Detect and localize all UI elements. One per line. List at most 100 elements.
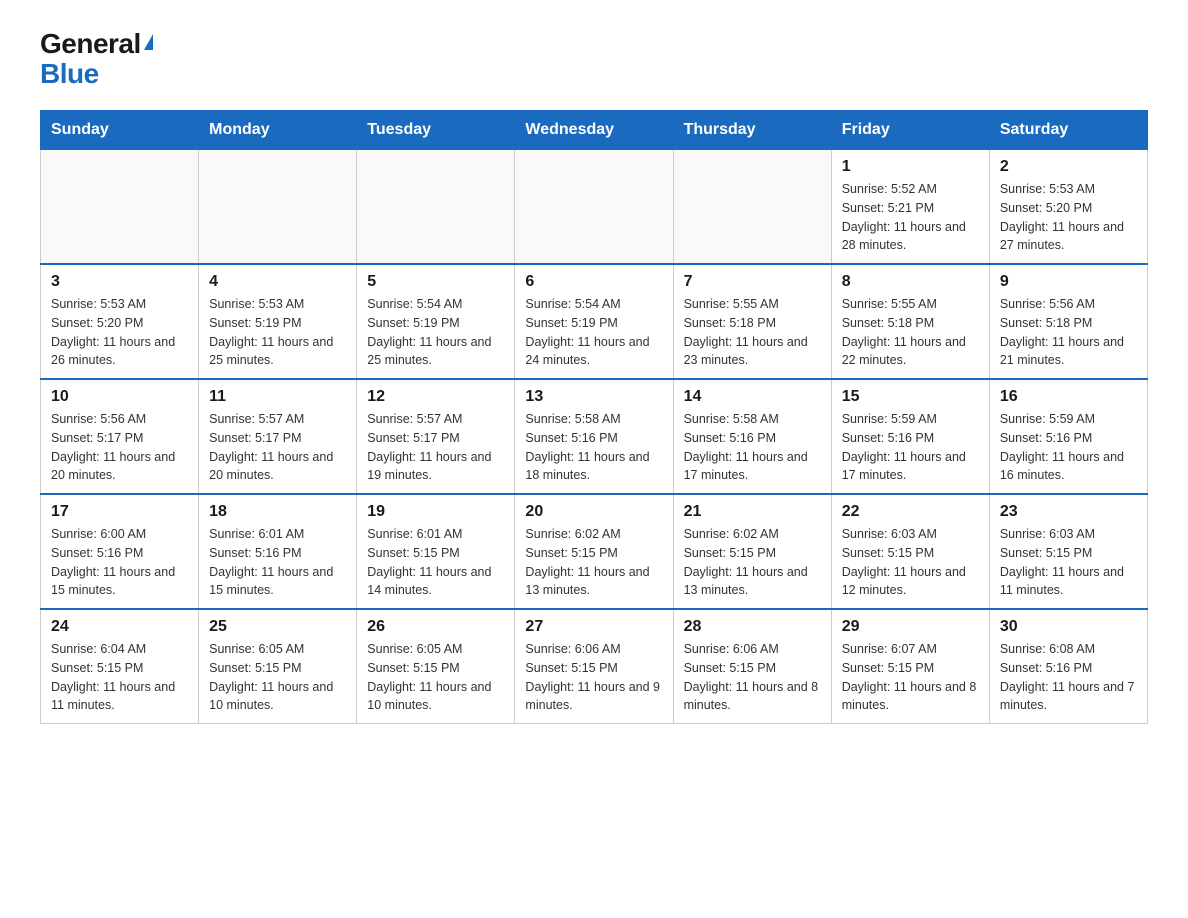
day-number: 21 [684, 503, 821, 521]
day-number: 12 [367, 388, 504, 406]
day-info: Sunrise: 5:58 AM Sunset: 5:16 PM Dayligh… [525, 410, 662, 485]
calendar-day-cell [515, 150, 673, 265]
day-number: 3 [51, 273, 188, 291]
day-info: Sunrise: 5:55 AM Sunset: 5:18 PM Dayligh… [842, 295, 979, 370]
day-number: 15 [842, 388, 979, 406]
calendar-header-row: SundayMondayTuesdayWednesdayThursdayFrid… [41, 111, 1148, 150]
calendar-day-cell: 9 Sunrise: 5:56 AM Sunset: 5:18 PM Daylig… [989, 264, 1147, 379]
calendar-day-cell: 19 Sunrise: 6:01 AM Sunset: 5:15 PM Dayli… [357, 494, 515, 609]
day-info: Sunrise: 5:58 AM Sunset: 5:16 PM Dayligh… [684, 410, 821, 485]
day-number: 4 [209, 273, 346, 291]
day-number: 9 [1000, 273, 1137, 291]
logo-blue-text: Blue [40, 58, 99, 90]
calendar-week-row: 24Sunrise: 6:04 AM Sunset: 5:15 PM Dayli… [41, 609, 1148, 724]
day-number: 2 [1000, 158, 1137, 176]
day-number: 5 [367, 273, 504, 291]
day-number: 28 [684, 618, 821, 636]
day-info: Sunrise: 6:01 AM Sunset: 5:15 PM Dayligh… [367, 525, 504, 600]
day-number: 19 [367, 503, 504, 521]
day-number: 14 [684, 388, 821, 406]
day-info: Sunrise: 5:53 AM Sunset: 5:20 PM Dayligh… [1000, 180, 1137, 255]
calendar-week-row: 3Sunrise: 5:53 AM Sunset: 5:20 PM Daylig… [41, 264, 1148, 379]
calendar-day-cell [199, 150, 357, 265]
day-number: 13 [525, 388, 662, 406]
day-number: 10 [51, 388, 188, 406]
day-info: Sunrise: 6:01 AM Sunset: 5:16 PM Dayligh… [209, 525, 346, 600]
day-info: Sunrise: 6:00 AM Sunset: 5:16 PM Dayligh… [51, 525, 188, 600]
calendar-day-cell: 12 Sunrise: 5:57 AM Sunset: 5:17 PM Dayli… [357, 379, 515, 494]
calendar-day-cell: 16Sunrise: 5:59 AM Sunset: 5:16 PM Dayli… [989, 379, 1147, 494]
calendar-day-cell [357, 150, 515, 265]
day-info: Sunrise: 6:03 AM Sunset: 5:15 PM Dayligh… [1000, 525, 1137, 600]
logo-triangle-icon [144, 34, 153, 50]
calendar-header-friday: Friday [831, 111, 989, 150]
day-info: Sunrise: 6:05 AM Sunset: 5:15 PM Dayligh… [209, 640, 346, 715]
day-number: 8 [842, 273, 979, 291]
calendar-day-cell [41, 150, 199, 265]
day-number: 27 [525, 618, 662, 636]
day-number: 17 [51, 503, 188, 521]
day-info: Sunrise: 6:06 AM Sunset: 5:15 PM Dayligh… [525, 640, 662, 715]
calendar-day-cell: 3Sunrise: 5:53 AM Sunset: 5:20 PM Daylig… [41, 264, 199, 379]
day-info: Sunrise: 6:07 AM Sunset: 5:15 PM Dayligh… [842, 640, 979, 715]
calendar-header-sunday: Sunday [41, 111, 199, 150]
day-info: Sunrise: 5:56 AM Sunset: 5:17 PM Dayligh… [51, 410, 188, 485]
calendar-week-row: 10 Sunrise: 5:56 AM Sunset: 5:17 PM Dayli… [41, 379, 1148, 494]
calendar-day-cell: 23Sunrise: 6:03 AM Sunset: 5:15 PM Dayli… [989, 494, 1147, 609]
day-info: Sunrise: 5:57 AM Sunset: 5:17 PM Dayligh… [209, 410, 346, 485]
day-info: Sunrise: 5:59 AM Sunset: 5:16 PM Dayligh… [842, 410, 979, 485]
calendar-header-monday: Monday [199, 111, 357, 150]
day-info: Sunrise: 6:03 AM Sunset: 5:15 PM Dayligh… [842, 525, 979, 600]
day-info: Sunrise: 6:08 AM Sunset: 5:16 PM Dayligh… [1000, 640, 1137, 715]
calendar-day-cell: 10 Sunrise: 5:56 AM Sunset: 5:17 PM Dayli… [41, 379, 199, 494]
calendar-day-cell: 24Sunrise: 6:04 AM Sunset: 5:15 PM Dayli… [41, 609, 199, 724]
calendar-day-cell: 21 Sunrise: 6:02 AM Sunset: 5:15 PM Dayli… [673, 494, 831, 609]
calendar-day-cell: 4 Sunrise: 5:53 AM Sunset: 5:19 PM Daylig… [199, 264, 357, 379]
calendar-day-cell: 8 Sunrise: 5:55 AM Sunset: 5:18 PM Daylig… [831, 264, 989, 379]
calendar-week-row: 17 Sunrise: 6:00 AM Sunset: 5:16 PM Dayli… [41, 494, 1148, 609]
calendar-day-cell: 27 Sunrise: 6:06 AM Sunset: 5:15 PM Dayli… [515, 609, 673, 724]
day-info: Sunrise: 5:52 AM Sunset: 5:21 PM Dayligh… [842, 180, 979, 255]
page-header: General Blue [40, 30, 1148, 90]
day-info: Sunrise: 6:04 AM Sunset: 5:15 PM Dayligh… [51, 640, 188, 715]
day-number: 29 [842, 618, 979, 636]
day-number: 11 [209, 388, 346, 406]
calendar-header-saturday: Saturday [989, 111, 1147, 150]
calendar-day-cell: 2 Sunrise: 5:53 AM Sunset: 5:20 PM Daylig… [989, 150, 1147, 265]
day-info: Sunrise: 5:59 AM Sunset: 5:16 PM Dayligh… [1000, 410, 1137, 485]
calendar-day-cell: 30Sunrise: 6:08 AM Sunset: 5:16 PM Dayli… [989, 609, 1147, 724]
calendar-week-row: 1 Sunrise: 5:52 AM Sunset: 5:21 PM Daylig… [41, 150, 1148, 265]
day-info: Sunrise: 5:56 AM Sunset: 5:18 PM Dayligh… [1000, 295, 1137, 370]
day-number: 25 [209, 618, 346, 636]
calendar-day-cell: 11 Sunrise: 5:57 AM Sunset: 5:17 PM Dayli… [199, 379, 357, 494]
day-info: Sunrise: 5:57 AM Sunset: 5:17 PM Dayligh… [367, 410, 504, 485]
day-info: Sunrise: 5:53 AM Sunset: 5:19 PM Dayligh… [209, 295, 346, 370]
day-number: 20 [525, 503, 662, 521]
calendar-day-cell: 1 Sunrise: 5:52 AM Sunset: 5:21 PM Daylig… [831, 150, 989, 265]
calendar-day-cell: 22Sunrise: 6:03 AM Sunset: 5:15 PM Dayli… [831, 494, 989, 609]
day-info: Sunrise: 5:55 AM Sunset: 5:18 PM Dayligh… [684, 295, 821, 370]
calendar-day-cell: 20Sunrise: 6:02 AM Sunset: 5:15 PM Dayli… [515, 494, 673, 609]
day-info: Sunrise: 6:02 AM Sunset: 5:15 PM Dayligh… [684, 525, 821, 600]
calendar-day-cell: 6 Sunrise: 5:54 AM Sunset: 5:19 PM Daylig… [515, 264, 673, 379]
calendar-day-cell: 13 Sunrise: 5:58 AM Sunset: 5:16 PM Dayli… [515, 379, 673, 494]
day-info: Sunrise: 5:54 AM Sunset: 5:19 PM Dayligh… [525, 295, 662, 370]
day-number: 1 [842, 158, 979, 176]
calendar-day-cell: 26Sunrise: 6:05 AM Sunset: 5:15 PM Dayli… [357, 609, 515, 724]
calendar-day-cell: 15 Sunrise: 5:59 AM Sunset: 5:16 PM Dayli… [831, 379, 989, 494]
calendar-day-cell: 17 Sunrise: 6:00 AM Sunset: 5:16 PM Dayli… [41, 494, 199, 609]
calendar-day-cell [673, 150, 831, 265]
calendar-day-cell: 25 Sunrise: 6:05 AM Sunset: 5:15 PM Dayli… [199, 609, 357, 724]
calendar-day-cell: 5 Sunrise: 5:54 AM Sunset: 5:19 PM Daylig… [357, 264, 515, 379]
calendar-header-tuesday: Tuesday [357, 111, 515, 150]
day-number: 18 [209, 503, 346, 521]
day-number: 6 [525, 273, 662, 291]
calendar-day-cell: 14 Sunrise: 5:58 AM Sunset: 5:16 PM Dayli… [673, 379, 831, 494]
calendar-day-cell: 29 Sunrise: 6:07 AM Sunset: 5:15 PM Dayli… [831, 609, 989, 724]
calendar-header-thursday: Thursday [673, 111, 831, 150]
logo-general-text: General [40, 30, 141, 58]
calendar-day-cell: 28Sunrise: 6:06 AM Sunset: 5:15 PM Dayli… [673, 609, 831, 724]
logo: General Blue [40, 30, 153, 90]
day-number: 7 [684, 273, 821, 291]
day-info: Sunrise: 5:54 AM Sunset: 5:19 PM Dayligh… [367, 295, 504, 370]
